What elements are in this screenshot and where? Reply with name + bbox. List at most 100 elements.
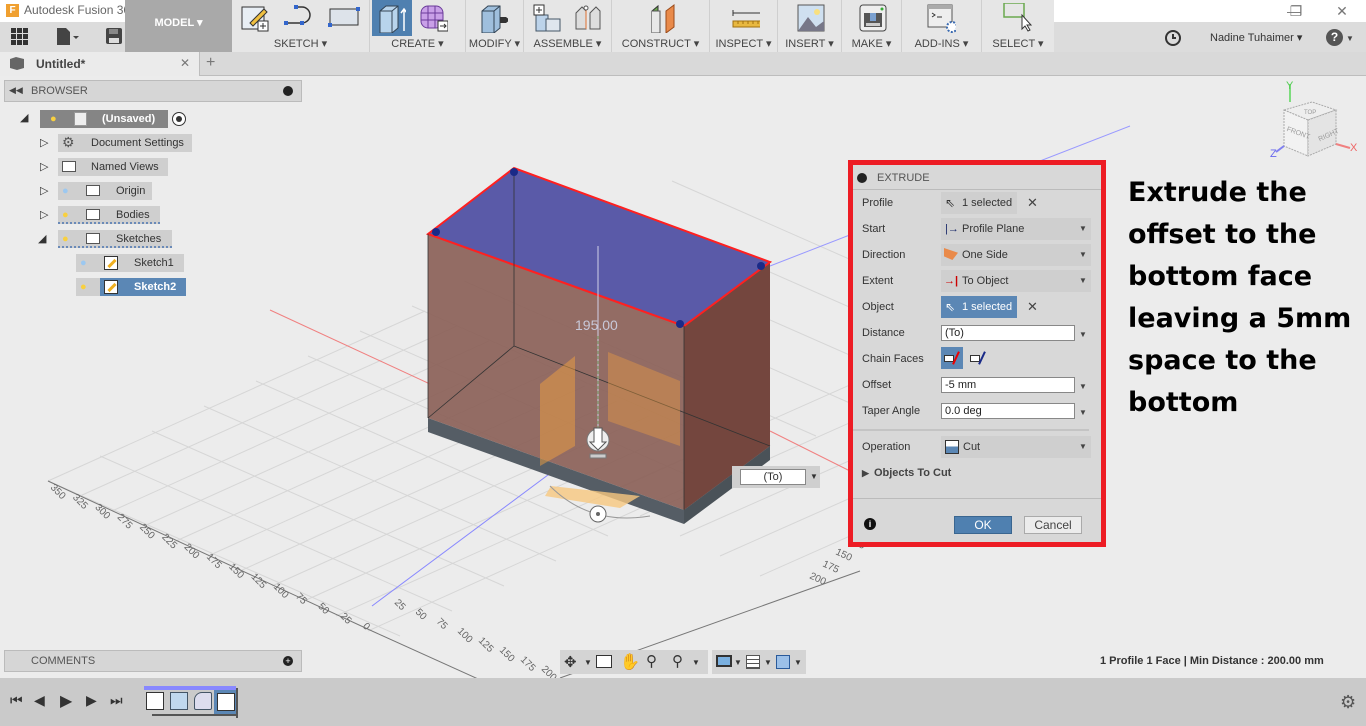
browser-item-sketches[interactable]: ● Sketches (58, 230, 172, 248)
extrude-icon[interactable] (376, 3, 406, 33)
insert-group[interactable]: INSERT ▾ (778, 0, 842, 52)
step-forward-icon[interactable]: ▶ (86, 692, 97, 709)
add-comment-icon[interactable]: + (283, 656, 293, 666)
measure-icon[interactable] (730, 3, 760, 33)
restore-button[interactable]: ❐ (1276, 0, 1316, 22)
display-settings-icon[interactable] (716, 655, 732, 667)
file-menu-icon[interactable] (56, 28, 80, 46)
save-icon[interactable] (106, 28, 122, 44)
orbit-dropdown-icon[interactable]: ▼ (584, 658, 592, 667)
app-grid-icon[interactable] (11, 28, 29, 46)
joint-icon[interactable] (572, 3, 602, 33)
add-ins-group[interactable]: ADD-INS ▾ (902, 0, 982, 52)
profile-selector[interactable]: ⇖ 1 selected (941, 192, 1017, 214)
cancel-button[interactable]: Cancel (1024, 516, 1082, 534)
browser-root-node[interactable]: ● (Unsaved) (40, 110, 168, 128)
browser-item-sketch2[interactable]: Sketch2 (100, 278, 186, 296)
display-dropdown-icon[interactable]: ▼ (734, 658, 742, 667)
zoom-dropdown-icon[interactable]: ▼ (692, 658, 700, 667)
objects-to-cut-toggle[interactable]: ▶ Objects To Cut (862, 467, 951, 479)
visibility-bulb-icon[interactable]: ● (62, 182, 69, 200)
look-at-icon[interactable] (596, 655, 612, 668)
canvas-distance-input[interactable]: (To) (740, 469, 806, 485)
info-icon[interactable]: i (864, 518, 876, 530)
timeline-settings-gear-icon[interactable]: ⚙ (1340, 692, 1356, 713)
viewports-icon[interactable] (776, 655, 790, 669)
operation-dropdown[interactable]: Cut ▼ (941, 436, 1091, 458)
select-icon[interactable] (1002, 3, 1032, 33)
visibility-bulb-icon[interactable]: ● (80, 254, 87, 272)
play-icon[interactable]: ▶ (60, 691, 72, 711)
chain-faces-off-button[interactable] (967, 347, 989, 369)
browser-item-origin[interactable]: ● Origin (58, 182, 152, 200)
rectangle-icon[interactable] (327, 3, 361, 33)
distance-dropdown-icon[interactable]: ▼ (1079, 330, 1087, 339)
job-status-clock-icon[interactable] (1164, 29, 1182, 47)
create-group[interactable]: CREATE ▾ (370, 0, 466, 52)
visibility-bulb-icon[interactable]: ● (80, 278, 87, 296)
orbit-icon[interactable]: ✥ (564, 653, 577, 671)
create-sketch-icon[interactable] (240, 3, 270, 33)
timeline-marker[interactable] (236, 688, 238, 718)
insert-image-icon[interactable] (796, 3, 826, 33)
viewcube[interactable]: Y X Z TOP FRONT RIGHT (1262, 80, 1358, 164)
grid-dropdown-icon[interactable]: ▼ (764, 658, 772, 667)
timeline-sketch2-icon[interactable] (214, 690, 238, 714)
modify-group[interactable]: MODIFY ▾ (466, 0, 524, 52)
form-icon[interactable] (418, 3, 448, 33)
step-back-icon[interactable]: ◀ (34, 692, 45, 709)
activate-radio-icon[interactable] (172, 112, 186, 126)
object-selector[interactable]: ⇖ 1 selected (941, 296, 1017, 318)
fit-window-icon[interactable]: ⚲ (672, 652, 683, 670)
line-arc-icon[interactable] (282, 3, 312, 33)
taper-dropdown-icon[interactable]: ▼ (1079, 408, 1087, 417)
make-group[interactable]: MAKE ▾ (842, 0, 902, 52)
visibility-bulb-icon[interactable]: ● (62, 230, 69, 248)
collapse-icon[interactable]: ◢ (38, 232, 46, 245)
press-pull-icon[interactable] (478, 3, 508, 33)
browser-minimize-icon[interactable] (283, 86, 293, 96)
browser-item-sketch1[interactable]: ● Sketch1 (76, 254, 184, 272)
browser-item-bodies[interactable]: ● Bodies (58, 206, 160, 224)
visibility-bulb-icon[interactable]: ● (62, 206, 69, 224)
timeline-fillet-icon[interactable] (194, 692, 212, 710)
3d-print-icon[interactable] (858, 3, 888, 33)
new-component-icon[interactable] (532, 3, 562, 33)
document-tab[interactable]: Untitled* ✕ (0, 52, 200, 76)
visibility-bulb-icon[interactable]: ● (50, 110, 57, 128)
direction-dropdown[interactable]: One Side ▼ (941, 244, 1091, 266)
browser-panel-header[interactable]: ◀◀ BROWSER (4, 80, 302, 102)
viewports-dropdown-icon[interactable]: ▼ (794, 658, 802, 667)
construct-group[interactable]: CONSTRUCT ▾ (612, 0, 710, 52)
inspect-group[interactable]: INSPECT ▾ (710, 0, 778, 52)
chain-faces-on-button[interactable] (941, 347, 963, 369)
user-menu[interactable]: Nadine Tuhaimer ▾ (1210, 31, 1302, 44)
help-icon[interactable]: ? (1326, 29, 1343, 46)
close-tab-button[interactable]: ✕ (180, 56, 190, 70)
distance-dropdown-icon[interactable]: ▼ (810, 472, 818, 481)
expand-icon[interactable]: ▷ (40, 208, 48, 221)
ok-button[interactable]: OK (954, 516, 1012, 534)
distance-input[interactable]: (To) (941, 325, 1075, 341)
offset-input[interactable]: -5 mm (941, 377, 1075, 393)
start-dropdown[interactable]: |→ Profile Plane ▼ (941, 218, 1091, 240)
clear-profile-button[interactable]: ✕ (1027, 195, 1038, 211)
go-to-end-icon[interactable]: ⏭ (110, 692, 123, 709)
new-tab-button[interactable]: + (206, 54, 215, 72)
go-to-start-icon[interactable]: ⏮ (10, 692, 23, 709)
comments-panel[interactable]: COMMENTS + (4, 650, 302, 672)
select-group[interactable]: SELECT ▾ (982, 0, 1054, 52)
expand-icon[interactable]: ▷ (40, 184, 48, 197)
taper-angle-input[interactable]: 0.0 deg (941, 403, 1075, 419)
collapse-dialog-icon[interactable] (857, 173, 867, 183)
grid-snaps-icon[interactable] (746, 655, 760, 669)
workspace-switcher[interactable]: MODEL ▾ (125, 0, 232, 52)
close-window-button[interactable]: ✕ (1322, 0, 1362, 22)
extrude-arrow-handle[interactable] (586, 427, 610, 459)
box-body[interactable] (425, 166, 773, 524)
sketch-group[interactable]: SKETCH ▾ (232, 0, 370, 52)
collapse-browser-icon[interactable]: ◀◀ (9, 85, 23, 96)
browser-item-named-views[interactable]: Named Views (58, 158, 168, 176)
browser-item-document-settings[interactable]: ⚙ Document Settings (58, 134, 192, 152)
expand-icon[interactable]: ▷ (40, 160, 48, 173)
